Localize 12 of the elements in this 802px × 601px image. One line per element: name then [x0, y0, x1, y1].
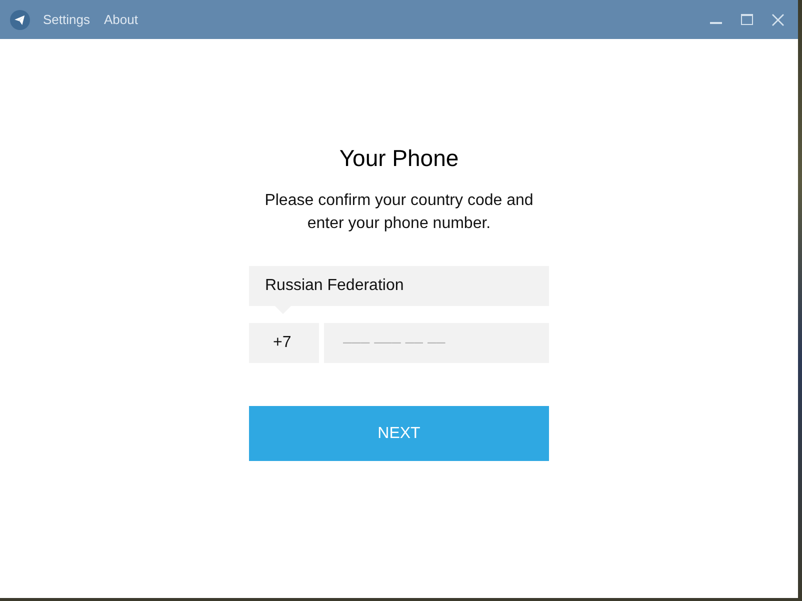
menu-item[interactable]: About: [104, 12, 138, 28]
instruction-text: Please confirm your country code and enter your phone number.: [264, 191, 534, 234]
country-code-field[interactable]: +7: [249, 323, 319, 363]
menu-item[interactable]: Settings: [43, 12, 90, 28]
maximize-icon: [740, 14, 752, 25]
phone-number-field[interactable]: ––– ––– –– ––: [324, 323, 549, 363]
country-select[interactable]: Russian Federation: [249, 266, 549, 306]
next-button[interactable]: NEXT: [249, 406, 549, 461]
page-title: Your Phone: [339, 144, 459, 173]
paper-plane-icon: [10, 10, 30, 30]
close-icon: [772, 14, 784, 26]
minimize-icon: [710, 22, 722, 24]
